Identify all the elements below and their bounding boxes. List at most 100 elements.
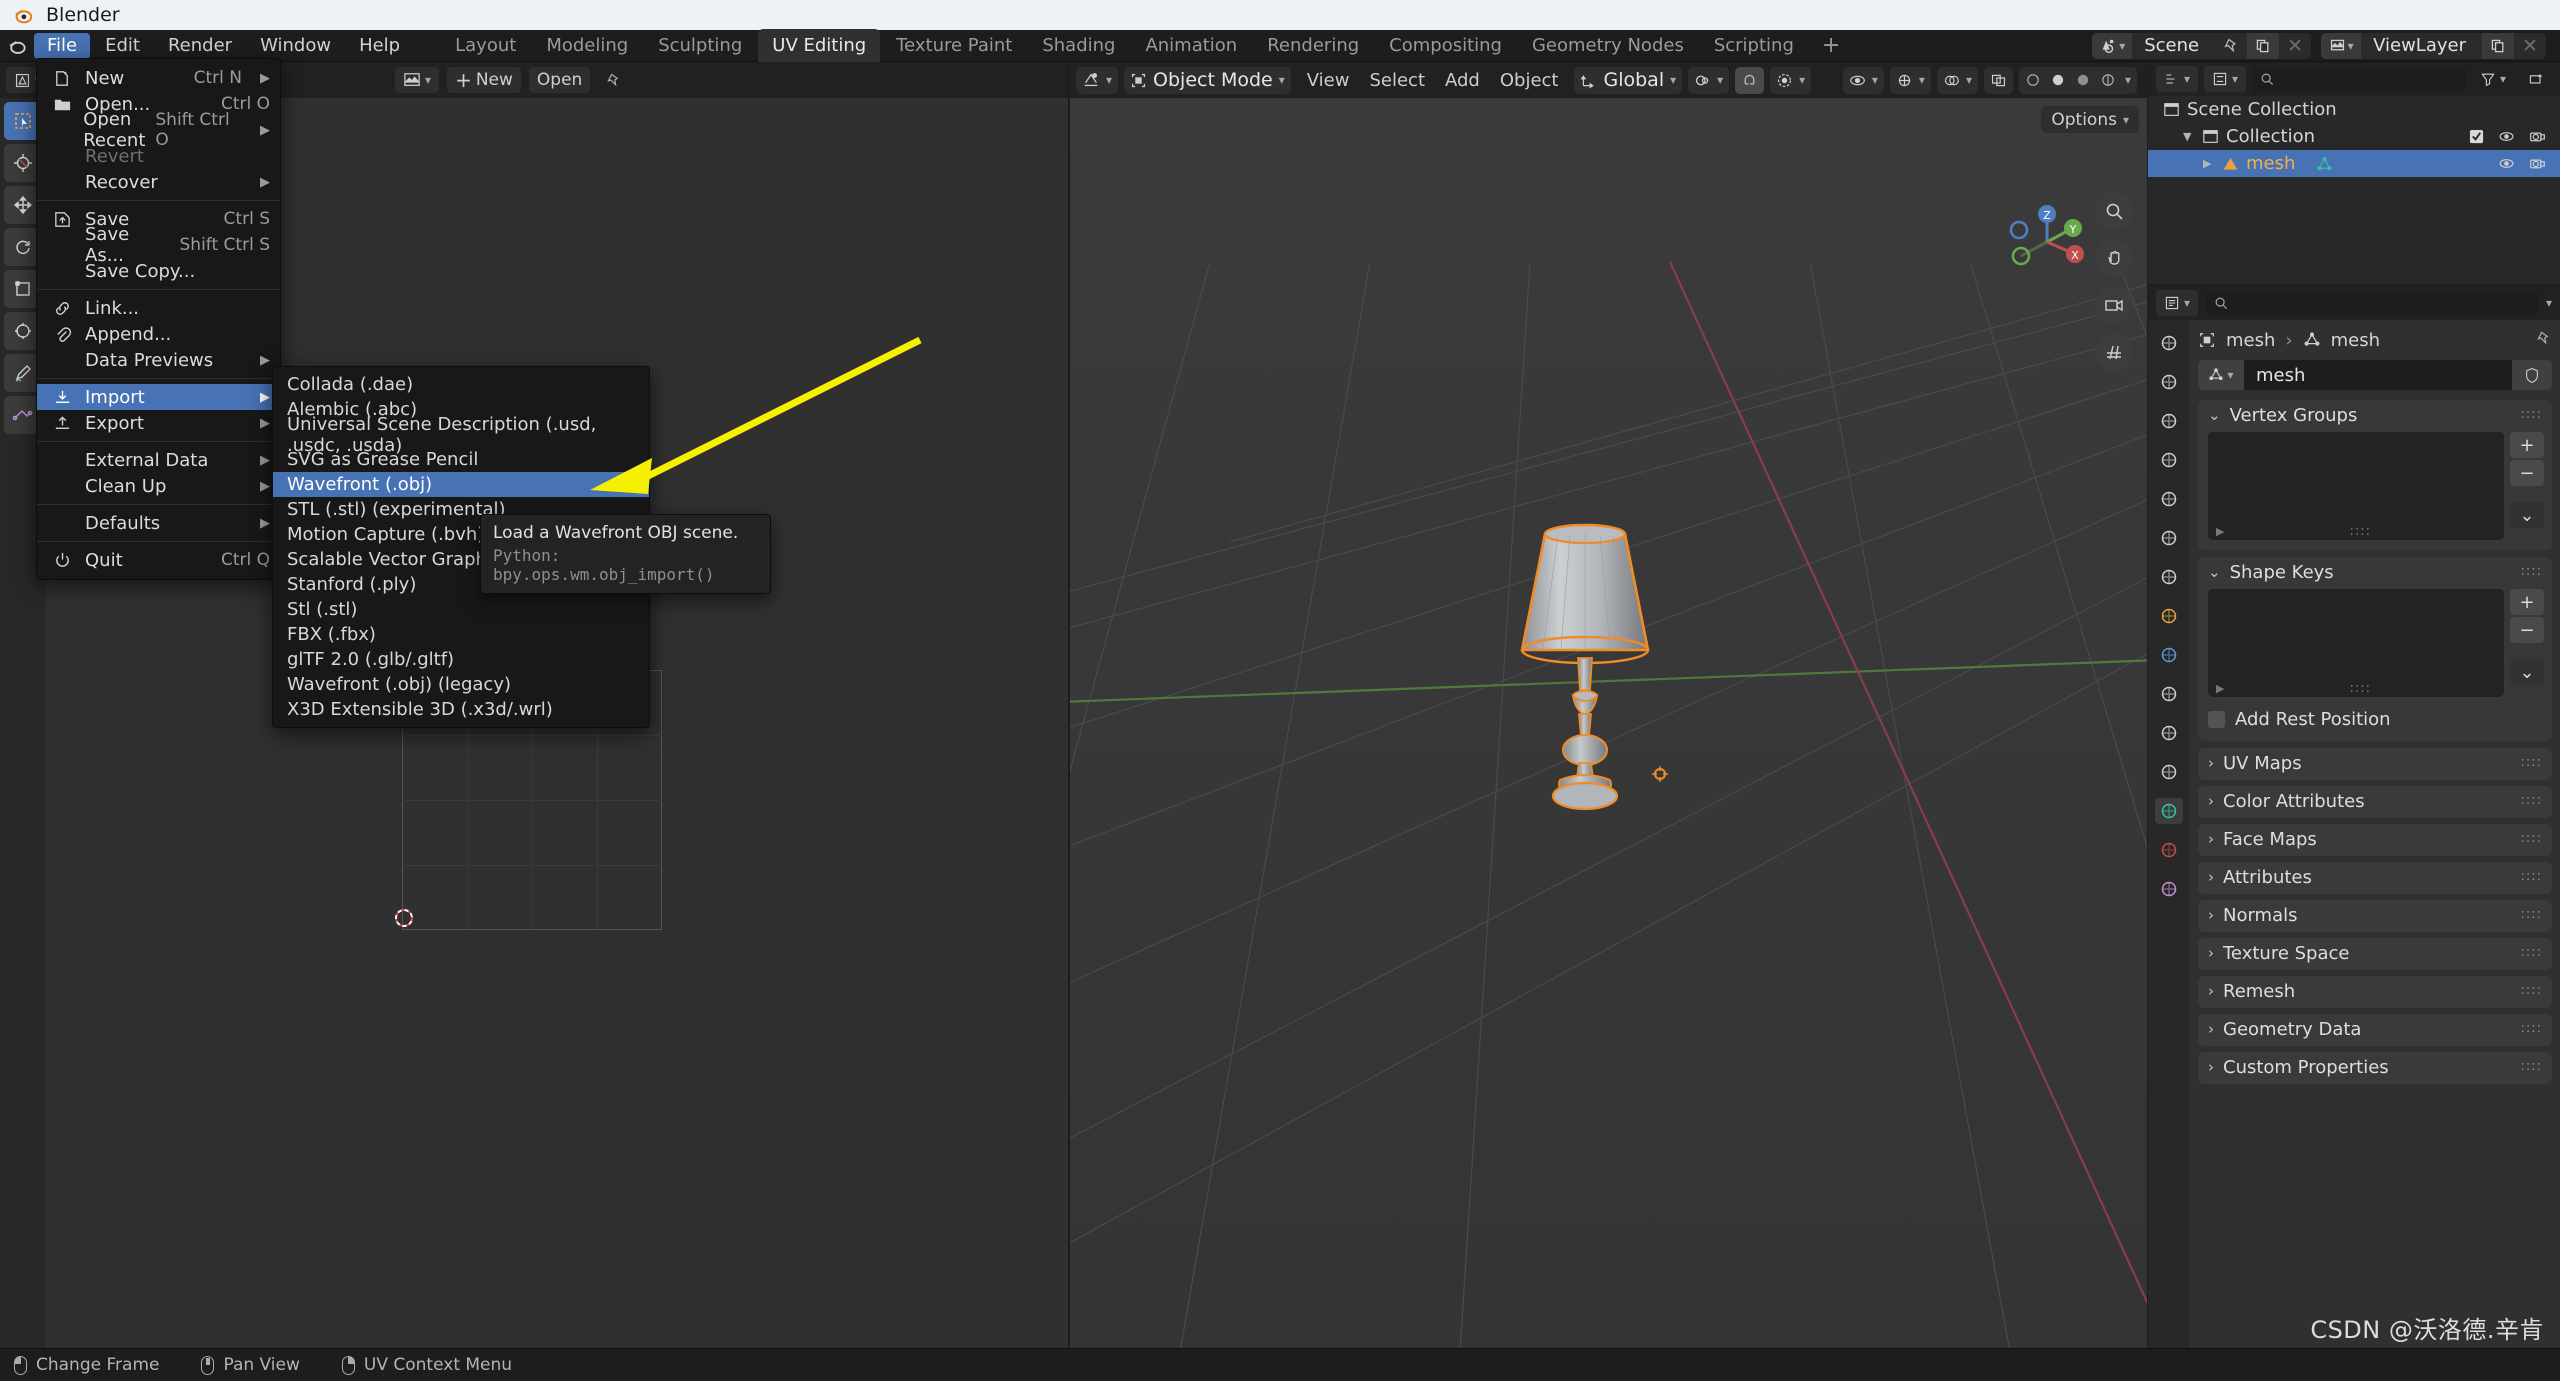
- eye-icon[interactable]: [2498, 129, 2515, 144]
- file-menu-item-data-previews[interactable]: Data Previews▶: [37, 347, 280, 373]
- pin-icon[interactable]: [2536, 330, 2552, 346]
- resize-handle-icon[interactable]: ::::: [2349, 528, 2371, 536]
- editor-type-selector[interactable]: ▾: [1076, 67, 1118, 94]
- expand-icon[interactable]: ▶: [2216, 525, 2224, 538]
- lamp-mesh-object[interactable]: [1500, 522, 1920, 1082]
- drag-handle-icon[interactable]: ::::: [2520, 835, 2542, 843]
- list-area[interactable]: ▶::::: [2208, 432, 2504, 540]
- panel-header-remesh[interactable]: ›Remesh::::: [2198, 976, 2552, 1006]
- file-menu-item-external-data[interactable]: External Data▶: [37, 447, 280, 473]
- panel-header-face-maps[interactable]: ›Face Maps::::: [2198, 824, 2552, 854]
- file-menu-item-import[interactable]: Import▶: [37, 384, 280, 410]
- app-menu-logo[interactable]: [0, 35, 34, 57]
- tab-rendering[interactable]: Rendering: [1253, 29, 1373, 63]
- filter-icon[interactable]: ▾: [2472, 66, 2514, 92]
- world-tab-icon[interactable]: [2155, 525, 2183, 551]
- viewport-menu-select[interactable]: Select: [1359, 70, 1435, 91]
- tab-uv-editing[interactable]: UV Editing: [758, 29, 880, 63]
- outliner-filter-toggle[interactable]: ▾: [2204, 66, 2246, 92]
- panel-header-attributes[interactable]: ›Attributes::::: [2198, 862, 2552, 892]
- new-scene-button[interactable]: [2247, 33, 2279, 59]
- tab-shading[interactable]: Shading: [1028, 29, 1129, 63]
- new-image-button[interactable]: +New: [447, 67, 521, 93]
- menu-render[interactable]: Render: [155, 33, 245, 59]
- mode-selector[interactable]: Object Mode ▾: [1124, 67, 1291, 94]
- file-menu-item-open-recent[interactable]: Open RecentShift Ctrl O▶: [37, 117, 280, 143]
- panel-header-shape-keys[interactable]: ⌄Shape Keys::::: [2198, 557, 2552, 587]
- viewport-visibility-button[interactable]: ▾: [1843, 67, 1884, 94]
- tab-texture-paint[interactable]: Texture Paint: [882, 29, 1026, 63]
- resize-handle-icon[interactable]: ::::: [2349, 685, 2371, 693]
- drag-handle-icon[interactable]: ::::: [2520, 1025, 2542, 1033]
- add-item-button[interactable]: +: [2510, 589, 2544, 615]
- import-item-fbx-fbx[interactable]: FBX (.fbx): [273, 622, 649, 647]
- outliner-row-collection[interactable]: ▼Collection: [2148, 123, 2560, 150]
- list-specials-button[interactable]: ⌄: [2510, 659, 2544, 685]
- tool-tab-icon[interactable]: [2155, 330, 2183, 356]
- import-item-wavefront-obj-legacy[interactable]: Wavefront (.obj) (legacy): [273, 672, 649, 697]
- import-item-wavefront-obj[interactable]: Wavefront (.obj): [273, 472, 649, 497]
- tab-sculpting[interactable]: Sculpting: [644, 29, 756, 63]
- viewport-3d[interactable]: ▾ Object Mode ▾ ViewSelectAddObject Glob…: [1070, 62, 2147, 1348]
- menu-file[interactable]: File: [34, 33, 90, 59]
- panel-header-texture-space[interactable]: ›Texture Space::::: [2198, 938, 2552, 968]
- viewport-menu-add[interactable]: Add: [1435, 70, 1490, 91]
- list-area[interactable]: ▶::::: [2208, 589, 2504, 697]
- add-workspace-button[interactable]: +: [1808, 33, 1854, 58]
- snap-settings[interactable]: ▾: [1688, 67, 1729, 94]
- drag-handle-icon[interactable]: ::::: [2520, 873, 2542, 881]
- file-menu-item-save-as[interactable]: Save As...Shift Ctrl S: [37, 232, 280, 258]
- texture-tab-icon[interactable]: [2155, 876, 2183, 902]
- panel-header-color-attributes[interactable]: ›Color Attributes::::: [2198, 786, 2552, 816]
- grid-icon[interactable]: [2095, 333, 2133, 371]
- camera-icon[interactable]: [2529, 129, 2546, 144]
- tab-layout[interactable]: Layout: [441, 29, 530, 63]
- data-tab-icon[interactable]: [2155, 798, 2183, 824]
- tab-modeling[interactable]: Modeling: [532, 29, 642, 63]
- import-item-x3d-extensible-3d-x3d-wrl[interactable]: X3D Extensible 3D (.x3d/.wrl): [273, 697, 649, 722]
- scene-selector[interactable]: ▾ Scene ✕: [2092, 33, 2311, 59]
- drag-handle-icon[interactable]: ::::: [2520, 759, 2542, 767]
- outliner-display-mode[interactable]: ▾: [2156, 66, 2198, 92]
- image-datablock-selector[interactable]: ▾: [395, 67, 439, 93]
- viewport-menu-view[interactable]: View: [1297, 70, 1360, 91]
- drag-handle-icon[interactable]: ::::: [2520, 987, 2542, 995]
- close-icon[interactable]: ✕: [2514, 33, 2546, 59]
- mesh-data-icon[interactable]: [2316, 156, 2333, 172]
- menu-window[interactable]: Window: [247, 33, 344, 59]
- camera-icon[interactable]: [2529, 156, 2546, 171]
- camera-icon[interactable]: [2095, 286, 2133, 324]
- list-specials-button[interactable]: ⌄: [2510, 502, 2544, 528]
- open-image-button[interactable]: Open: [529, 67, 590, 93]
- drag-handle-icon[interactable]: ::::: [2520, 411, 2542, 419]
- tab-geometry-nodes[interactable]: Geometry Nodes: [1518, 29, 1698, 63]
- shading-mode-buttons[interactable]: ▾: [2019, 67, 2137, 94]
- import-item-collada-dae[interactable]: Collada (.dae): [273, 372, 649, 397]
- overlays-toggle-button[interactable]: ▾: [1937, 67, 1978, 94]
- drag-handle-icon[interactable]: ::::: [2520, 949, 2542, 957]
- panel-header-uv-maps[interactable]: ›UV Maps::::: [2198, 748, 2552, 778]
- panel-header-geometry-data[interactable]: ›Geometry Data::::: [2198, 1014, 2552, 1044]
- file-menu-item-new[interactable]: NewCtrl N▶: [37, 65, 280, 91]
- expand-toggle-icon[interactable]: ▼: [2183, 130, 2195, 143]
- file-menu-item-recover[interactable]: Recover▶: [37, 169, 280, 195]
- menu-edit[interactable]: Edit: [92, 33, 153, 59]
- tab-scripting[interactable]: Scripting: [1700, 29, 1808, 63]
- panel-header-normals[interactable]: ›Normals::::: [2198, 900, 2552, 930]
- proportional-edit-icon[interactable]: ▾: [1770, 67, 1811, 94]
- file-menu-item-link[interactable]: Link...: [37, 295, 280, 321]
- physics-tab-icon[interactable]: [2155, 720, 2183, 746]
- panel-header-custom-properties[interactable]: ›Custom Properties::::: [2198, 1052, 2552, 1082]
- remove-item-button[interactable]: −: [2510, 460, 2544, 486]
- navigation-gizmo[interactable]: Z Y X: [1999, 194, 2095, 290]
- drag-handle-icon[interactable]: ::::: [2520, 568, 2542, 576]
- close-icon[interactable]: ✕: [2279, 33, 2311, 59]
- viewlayer-selector[interactable]: ▾ ViewLayer ✕: [2321, 33, 2546, 59]
- import-item-stl-stl[interactable]: Stl (.stl): [273, 597, 649, 622]
- menu-help[interactable]: Help: [346, 33, 413, 59]
- pin-icon[interactable]: [2215, 33, 2247, 59]
- list-box-vertex-groups[interactable]: ▶::::+−⌄: [2208, 432, 2544, 540]
- add-rest-position-row[interactable]: Add Rest Position: [2198, 705, 2552, 739]
- file-menu-item-export[interactable]: Export▶: [37, 410, 280, 436]
- drag-handle-icon[interactable]: ::::: [2520, 797, 2542, 805]
